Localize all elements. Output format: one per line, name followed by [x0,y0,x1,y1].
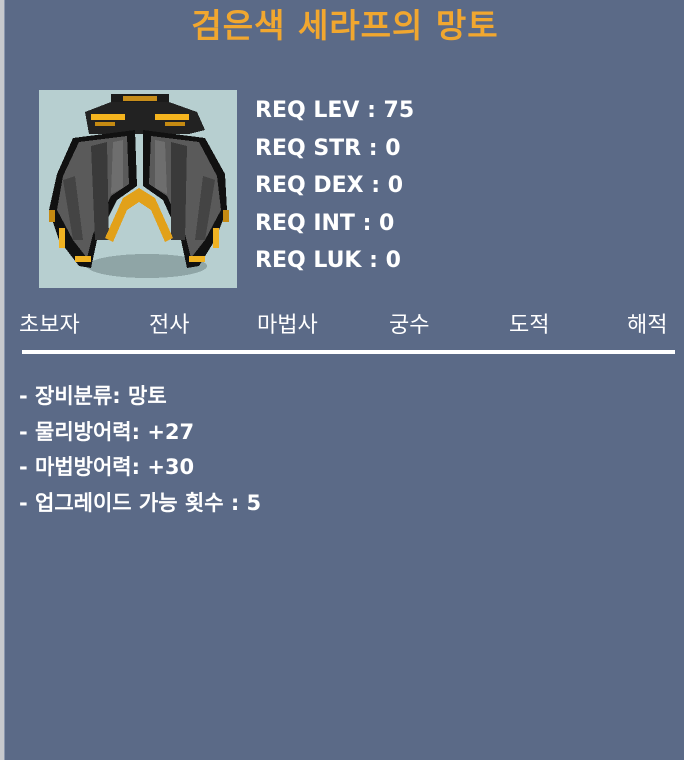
req-str: REQ STR : 0 [255,135,401,161]
req-luk: REQ LUK : 0 [255,248,401,273]
job-pirate: 해적 [627,313,668,338]
req-int: REQ INT : 0 [255,210,395,236]
job-magician: 마법사 [257,313,318,338]
divider [22,350,675,354]
job-thief: 도적 [509,313,550,338]
job-bowman: 궁수 [389,313,430,338]
req-level: REQ LEV : 75 [255,98,415,123]
stat-physical-defense: - 물리방어력: +27 [19,419,195,444]
stat-magic-defense: - 마법방어력: +30 [19,455,195,479]
stat-equipment-type: - 장비분류: 망토 [19,384,167,408]
job-list: 초보자 전사 마법사 궁수 도적 해적 [19,308,679,344]
item-name: 검은색 세라프의 망토 [191,6,499,45]
req-dex: REQ DEX : 0 [255,173,404,198]
job-warrior: 전사 [149,313,190,338]
item-tooltip-panel: 검은색 세라프의 망토 REQ LEV: 75 REQ STR: 0 REQ… [4,0,684,760]
stat-upgrade-slots: - 업그레이드 가능 횟수 : 5 [19,490,262,515]
dark-cape-icon [39,90,237,288]
job-beginner: 초보자 [19,313,80,338]
item-stats-list: - 장비분류: 망토 - 물리방어력: +27 - 마법방어력: +30 - 업… [19,379,261,521]
requirements-list: REQ LEV : 75 REQ STR : 0 REQ DEX : 0 REQ… [255,92,414,280]
